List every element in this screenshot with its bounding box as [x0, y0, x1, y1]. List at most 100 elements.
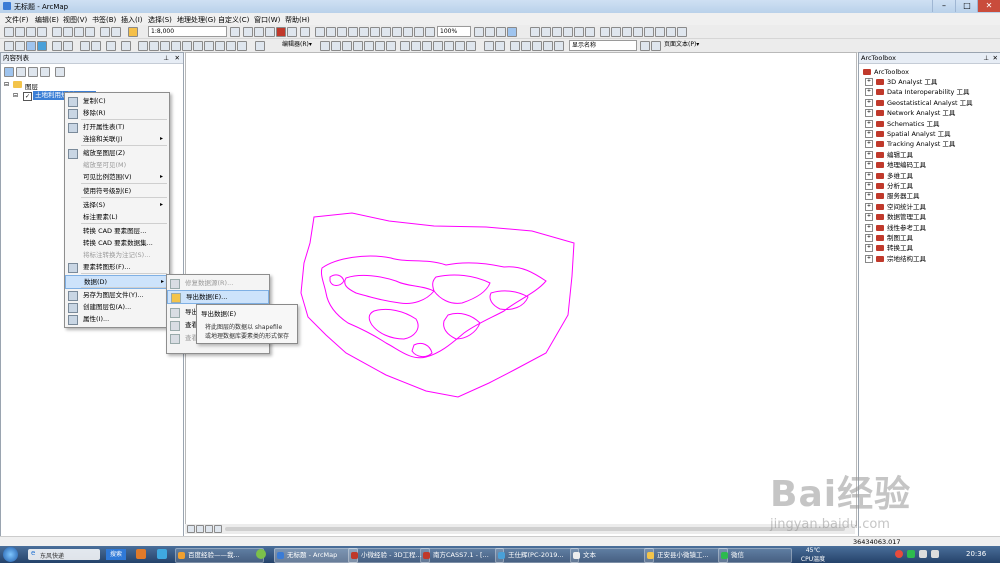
toolbox-item[interactable]: + 服务器工具 — [865, 191, 920, 201]
minimize-button[interactable]: – — [932, 0, 955, 12]
expand-icon[interactable]: + — [865, 130, 873, 138]
expand-icon[interactable]: + — [865, 161, 873, 170]
context-menu-item[interactable]: 属性(I)... — [65, 313, 167, 325]
python-icon[interactable] — [287, 27, 297, 37]
end-point-arc-icon[interactable] — [563, 27, 573, 37]
trace-tool-icon[interactable] — [375, 41, 385, 51]
layout-fixed-zoom-in-icon[interactable] — [359, 27, 369, 37]
create-viewer-icon[interactable] — [237, 41, 247, 51]
menu-selection[interactable]: 选择(S) — [148, 15, 172, 25]
search-window-icon[interactable] — [265, 27, 275, 37]
context-menu-item[interactable]: 创建图层包(A)... — [65, 301, 167, 313]
expand-icon[interactable]: + — [865, 234, 873, 242]
menu-help[interactable]: 帮助(H) — [285, 15, 310, 25]
task-arcmap[interactable]: 无标题 - ArcMap — [274, 548, 358, 563]
toolbox-close-icon[interactable]: ✕ — [993, 53, 998, 63]
label-weight-icon[interactable] — [640, 41, 650, 51]
context-menu-item[interactable]: 连接和关联(J) ▸ — [65, 133, 167, 145]
expand-icon[interactable]: + — [865, 150, 873, 159]
arctoolbox-icon[interactable] — [276, 27, 286, 37]
copy-icon[interactable] — [63, 27, 73, 37]
context-menu-item[interactable]: 缩放至可见(M) — [65, 159, 167, 171]
toc-root-label[interactable]: 图层 — [25, 81, 38, 91]
rightangle-icon[interactable] — [386, 41, 396, 51]
go-forward-icon[interactable] — [91, 41, 101, 51]
toc-icon[interactable] — [243, 27, 253, 37]
collapse-root-icon[interactable]: ⊟ — [4, 81, 9, 88]
toolbox-item[interactable]: + 转换工具 — [865, 243, 913, 253]
map-topology-icon[interactable] — [433, 41, 443, 51]
toolbox-item[interactable]: + Spatial Analyst 工具 — [865, 129, 951, 139]
toolbox-item[interactable]: + 地理编码工具 — [865, 160, 926, 170]
context-menu-item[interactable]: 移除(R) — [65, 107, 167, 119]
fixed-zoom-in-icon[interactable] — [52, 41, 62, 51]
expand-icon[interactable]: + — [865, 182, 873, 190]
tray-app-icon[interactable] — [907, 550, 915, 558]
tray-app-icon[interactable] — [895, 550, 903, 558]
context-menu-item[interactable]: 要素转图形(F)... — [65, 261, 167, 273]
identify-icon[interactable] — [149, 41, 159, 51]
layout-forward-icon[interactable] — [392, 27, 402, 37]
editor-toolbar-icon[interactable] — [230, 27, 240, 37]
toc-close-icon[interactable]: ✕ — [175, 53, 180, 63]
error-inspector-icon[interactable] — [466, 41, 476, 51]
task-remote[interactable]: 王仕辉(PC-2019... — [495, 548, 579, 563]
menu-insert[interactable]: 插入(I) — [121, 15, 143, 25]
expand-icon[interactable]: + — [865, 223, 873, 232]
full-extent-icon[interactable] — [37, 41, 47, 51]
attributes-icon[interactable] — [655, 27, 665, 37]
cut-icon[interactable] — [52, 27, 62, 37]
menu-windows[interactable]: 窗口(W) — [254, 15, 280, 25]
task-cad[interactable]: 小微经验 - 3D工程... — [348, 548, 430, 563]
zoom-out-icon[interactable] — [15, 41, 25, 51]
expand-icon[interactable]: + — [865, 171, 873, 180]
context-menu-item[interactable]: 将标注转换为注记(S)... — [65, 249, 167, 261]
toolbox-item[interactable]: + 线性参考工具 — [865, 223, 926, 233]
menu-geoprocessing[interactable]: 地理处理(G) — [177, 15, 216, 25]
select-features-icon[interactable] — [106, 41, 116, 51]
layout-100-icon[interactable] — [403, 27, 413, 37]
toolbox-item[interactable]: + 空间统计工具 — [865, 202, 926, 212]
page-text-dropdown[interactable]: 页面文本(P)▾ — [662, 40, 704, 49]
fixed-zoom-out-icon[interactable] — [63, 41, 73, 51]
toolbox-item[interactable]: + 宗地结构工具 — [865, 254, 926, 264]
validate-icon[interactable] — [444, 41, 454, 51]
expand-icon[interactable]: + — [865, 192, 873, 201]
toolbox-item[interactable]: + Network Analyst 工具 — [865, 108, 955, 118]
reshape-icon[interactable] — [611, 27, 621, 37]
arctoolbox-root[interactable]: ArcToolbox — [863, 67, 909, 77]
catalog-icon[interactable] — [254, 27, 264, 37]
layer-visibility-checkbox[interactable]: ✓ — [23, 92, 32, 101]
context-menu-item[interactable]: 缩放至图层(Z) — [65, 147, 167, 159]
label-priority-icon[interactable] — [651, 41, 661, 51]
select-edit-icon[interactable] — [530, 27, 540, 37]
editor-dropdown[interactable]: 编辑器(R)▾ — [280, 40, 316, 49]
pan-icon[interactable] — [26, 41, 36, 51]
toolbox-item[interactable]: +3D Analyst 工具 — [865, 77, 937, 87]
layout-view-icon[interactable] — [196, 525, 204, 533]
list-by-selection-icon[interactable] — [40, 67, 50, 77]
toc-options-icon[interactable] — [55, 67, 65, 77]
context-menu-item[interactable]: 标注要素(L) — [65, 211, 167, 223]
collapse-layer-icon[interactable]: ⊟ — [13, 92, 18, 99]
midpoint-icon[interactable] — [364, 41, 374, 51]
find-route-icon[interactable] — [171, 41, 181, 51]
create-features-window-icon[interactable] — [677, 27, 687, 37]
task-wechat[interactable]: 微信 — [718, 548, 792, 563]
open-icon[interactable] — [15, 27, 25, 37]
sketch-properties-icon[interactable] — [666, 27, 676, 37]
list-by-source-icon[interactable] — [16, 67, 26, 77]
toolbox-item[interactable]: + 数据管理工具 — [865, 212, 926, 222]
focus-frame-icon[interactable] — [485, 27, 495, 37]
view-unplaced-icon[interactable] — [554, 41, 564, 51]
layout-zoom-out-icon[interactable] — [326, 27, 336, 37]
cut-polygon-icon[interactable] — [622, 27, 632, 37]
create-feature-icon[interactable] — [541, 27, 551, 37]
change-layout-icon[interactable] — [496, 27, 506, 37]
pinned-app-icon[interactable] — [136, 549, 146, 559]
network-icon[interactable] — [919, 550, 927, 558]
edit-annotation-icon[interactable] — [331, 41, 341, 51]
topology-edit-icon[interactable] — [411, 41, 421, 51]
expand-icon[interactable]: + — [865, 119, 873, 128]
show-shared-icon[interactable] — [422, 41, 432, 51]
